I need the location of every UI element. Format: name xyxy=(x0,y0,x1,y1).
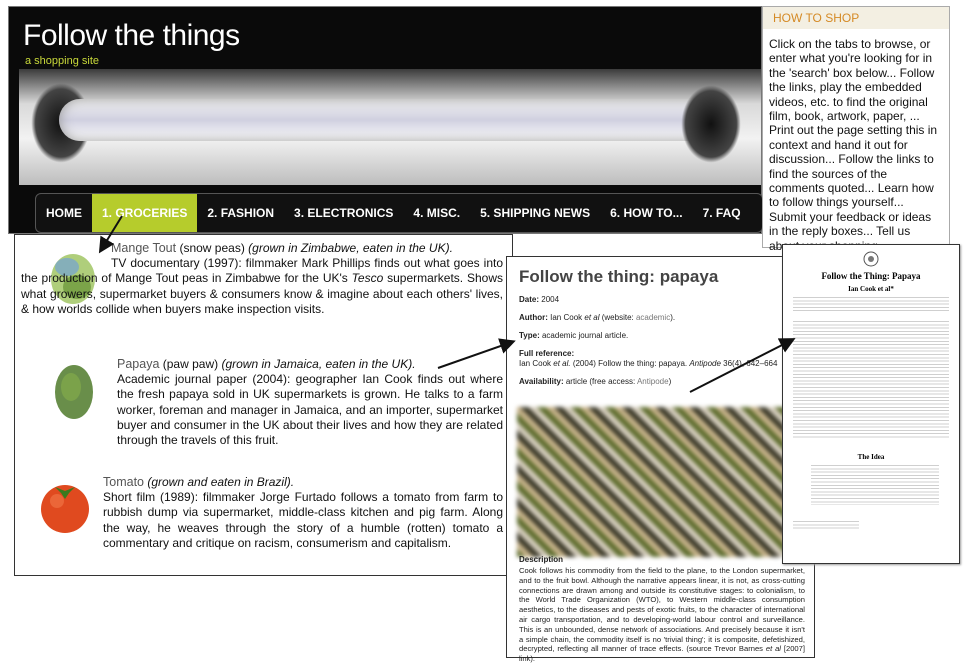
detail-reference: Ian Cook et al. (2004) Follow the thing:… xyxy=(519,359,778,368)
detail-description: Cook follows his commodity from the fiel… xyxy=(519,566,805,664)
site-title[interactable]: Follow the things xyxy=(23,19,240,53)
nav-groceries[interactable]: 1. GROCERIES xyxy=(92,194,198,232)
how-to-shop-text: Click on the tabs to browse, or enter wh… xyxy=(769,37,938,253)
nav-electronics[interactable]: 3. ELECTRONICS xyxy=(284,194,403,232)
papaya-detail-panel: Follow the thing: papaya Date: 2004 Auth… xyxy=(506,256,815,663)
paper-preview[interactable]: Follow the Thing: Papaya Ian Cook et al*… xyxy=(782,244,960,564)
nav-fashion[interactable]: 2. FASHION xyxy=(197,194,284,232)
detail-date: Date: 2004 xyxy=(519,295,560,304)
detail-title: Follow the thing: papaya xyxy=(519,267,719,286)
detail-author: Author: Ian Cook et al (website: academi… xyxy=(519,313,676,322)
nav-bar: HOME 1. GROCERIES 2. FASHION 3. ELECTRON… xyxy=(35,193,763,233)
banner-image xyxy=(19,69,761,185)
list-item: Mange Tout (snow peas) (grown in Zimbabw… xyxy=(21,241,504,316)
papaya-article-image xyxy=(517,407,807,557)
site-header: Follow the things a shopping site HOME 1… xyxy=(8,6,763,234)
paper-section: The Idea xyxy=(857,453,885,461)
description-label: Description xyxy=(519,555,564,564)
detail-availability: Availability: article (free access: Anti… xyxy=(519,377,672,386)
how-to-shop-box: HOW TO SHOP Click on the tabs to browse,… xyxy=(762,6,950,253)
detail-type: Type: academic journal article. xyxy=(519,331,629,340)
detail-reference-label: Full reference: xyxy=(519,349,575,358)
nav-faq[interactable]: 7. FAQ xyxy=(693,194,751,232)
journal-seal-icon xyxy=(863,251,879,267)
list-item: Tomato (grown and eaten in Brazil). Shor… xyxy=(103,475,503,550)
paper-author: Ian Cook et al* xyxy=(848,285,894,293)
nav-shipping-news[interactable]: 5. SHIPPING NEWS xyxy=(470,194,600,232)
site-subtitle: a shopping site xyxy=(25,55,99,67)
item-title[interactable]: Papaya xyxy=(117,357,159,371)
nav-misc[interactable]: 4. MISC. xyxy=(403,194,470,232)
list-item: Papaya (paw paw) (grown in Jamaica, eate… xyxy=(117,357,503,448)
groceries-panel: Mange Tout (snow peas) (grown in Zimbabw… xyxy=(14,234,513,576)
paper-title: Follow the Thing: Papaya xyxy=(821,271,921,281)
nav-how-to[interactable]: 6. HOW TO... xyxy=(600,194,692,232)
academic-link[interactable]: academic xyxy=(636,313,670,322)
how-to-shop-heading: HOW TO SHOP xyxy=(763,7,949,29)
item-title[interactable]: Tomato xyxy=(103,475,144,489)
nav-home[interactable]: HOME xyxy=(36,194,92,232)
antipode-link[interactable]: Antipode xyxy=(637,377,669,386)
item-title[interactable]: Mange Tout xyxy=(111,241,176,255)
